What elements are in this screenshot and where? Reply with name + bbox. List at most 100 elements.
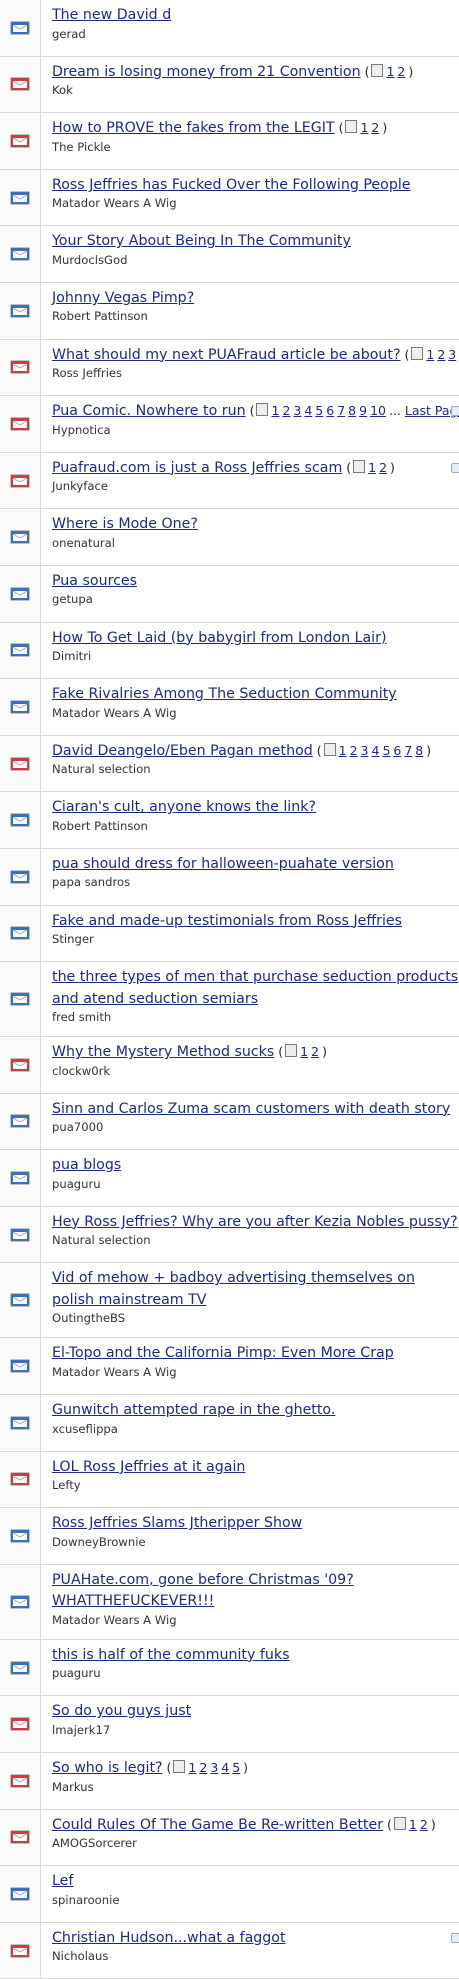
- page-link[interactable]: 3: [448, 347, 456, 362]
- topic-title-link[interactable]: pua should dress for halloween-puahate v…: [52, 856, 394, 872]
- topic-title-link[interactable]: The new David d: [52, 7, 171, 23]
- topic-title-link[interactable]: El-Topo and the California Pimp: Even Mo…: [52, 1345, 394, 1361]
- topic-icon-cell: [0, 226, 41, 282]
- topic-list: The new David dgerad Dream is losing mone…: [0, 0, 459, 1979]
- topic-title-link[interactable]: Sinn and Carlos Zuma scam customers with…: [52, 1101, 450, 1117]
- topic-title-link[interactable]: Dream is losing money from 21 Convention: [52, 64, 361, 80]
- page-link[interactable]: 6: [393, 743, 401, 758]
- topic-title-link[interactable]: this is half of the community fuks: [52, 1647, 289, 1663]
- topic-title-line: Christian Hudson...what a faggot: [52, 1927, 459, 1949]
- topic-title-link[interactable]: LOL Ross Jeffries at it again: [52, 1459, 245, 1475]
- page-link[interactable]: 9: [359, 403, 367, 418]
- multipage-icon: [371, 64, 383, 77]
- page-link[interactable]: 2: [437, 347, 445, 362]
- topic-title-link[interactable]: Hey Ross Jeffries? Why are you after Kez…: [52, 1214, 458, 1230]
- page-link[interactable]: 2: [350, 743, 358, 758]
- page-link[interactable]: 3: [210, 1760, 218, 1775]
- topic-title-link[interactable]: Pua Comic. Nowhere to run: [52, 403, 246, 419]
- page-link[interactable]: 1: [188, 1760, 196, 1775]
- topic-title-link[interactable]: Fake Rivalries Among The Seduction Commu…: [52, 686, 397, 702]
- topic-envelope-icon: [10, 1170, 30, 1186]
- page-link[interactable]: 5: [382, 743, 390, 758]
- page-link[interactable]: 5: [232, 1760, 240, 1775]
- topic-info: Ciaran's cult, anyone knows the link?Rob…: [41, 792, 459, 848]
- topic-row: Fake Rivalries Among The Seduction Commu…: [0, 679, 459, 736]
- topic-title-link[interactable]: Could Rules Of The Game Be Re-written Be…: [52, 1817, 383, 1833]
- topic-pagination: (123): [401, 347, 459, 362]
- page-link[interactable]: 3: [361, 743, 369, 758]
- page-link[interactable]: 2: [379, 460, 387, 475]
- page-link[interactable]: 1: [339, 743, 347, 758]
- topic-title-link[interactable]: Where is Mode One?: [52, 516, 198, 532]
- topic-title-link[interactable]: Lef: [52, 1873, 73, 1889]
- topic-icon-cell: [0, 566, 41, 622]
- topic-title-link[interactable]: So do you guys just: [52, 1703, 191, 1719]
- topic-title-link[interactable]: Ciaran's cult, anyone knows the link?: [52, 799, 316, 815]
- page-link[interactable]: 2: [420, 1817, 428, 1832]
- topic-envelope-icon: [10, 246, 30, 262]
- page-link[interactable]: 1: [300, 1044, 308, 1059]
- topic-info: Vid of mehow + badboy advertising themse…: [41, 1263, 459, 1337]
- topic-title-link[interactable]: Gunwitch attempted rape in the ghetto.: [52, 1402, 335, 1418]
- page-link[interactable]: 4: [304, 403, 312, 418]
- topic-envelope-icon: [10, 1227, 30, 1243]
- topic-envelope-icon: [10, 1528, 30, 1544]
- topic-row: The new David dgerad: [0, 0, 459, 57]
- page-link[interactable]: 2: [371, 120, 379, 135]
- topic-title-link[interactable]: Johnny Vegas Pimp?: [52, 290, 194, 306]
- topic-title-link[interactable]: Your Story About Being In The Community: [52, 233, 351, 249]
- multipage-icon: [353, 460, 365, 473]
- topic-title-link[interactable]: Ross Jeffries has Fucked Over the Follow…: [52, 177, 411, 193]
- page-link[interactable]: 7: [337, 403, 345, 418]
- topic-title-link[interactable]: Christian Hudson...what a faggot: [52, 1930, 286, 1946]
- page-link[interactable]: 6: [326, 403, 334, 418]
- topic-title-link[interactable]: the three types of men that purchase sed…: [52, 969, 458, 1007]
- topic-title-link[interactable]: David Deangelo/Eben Pagan method: [52, 743, 313, 759]
- topic-envelope-icon: [10, 190, 30, 206]
- page-link[interactable]: 1: [360, 120, 368, 135]
- page-link[interactable]: 2: [199, 1760, 207, 1775]
- topic-title-line: How To Get Laid (by babygirl from London…: [52, 627, 459, 649]
- topic-title-link[interactable]: So who is legit?: [52, 1760, 163, 1776]
- topic-row: How to PROVE the fakes from the LEGIT (1…: [0, 113, 459, 170]
- page-link[interactable]: 1: [426, 347, 434, 362]
- page-link[interactable]: 1: [409, 1817, 417, 1832]
- topic-title-link[interactable]: Ross Jeffries Slams Jtheripper Show: [52, 1515, 302, 1531]
- topic-author: Markus: [52, 1779, 459, 1795]
- page-link[interactable]: 4: [221, 1760, 229, 1775]
- page-link[interactable]: 8: [348, 403, 356, 418]
- page-link[interactable]: 10: [370, 403, 386, 418]
- topic-row: Gunwitch attempted rape in the ghetto.xc…: [0, 1395, 459, 1452]
- topic-info: David Deangelo/Eben Pagan method (123456…: [41, 736, 459, 792]
- page-link[interactable]: 2: [397, 64, 405, 79]
- page-link[interactable]: 2: [311, 1044, 319, 1059]
- topic-title-link[interactable]: pua blogs: [52, 1157, 121, 1173]
- topic-title-link[interactable]: How to PROVE the fakes from the LEGIT: [52, 120, 335, 136]
- topic-title-link[interactable]: Fake and made-up testimonials from Ross …: [52, 913, 402, 929]
- topic-title-link[interactable]: Puafraud.com is just a Ross Jeffries sca…: [52, 460, 342, 476]
- topic-title-line: What should my next PUAFraud article be …: [52, 344, 459, 366]
- page-link[interactable]: 4: [371, 743, 379, 758]
- page-link[interactable]: 7: [404, 743, 412, 758]
- page-link[interactable]: 3: [293, 403, 301, 418]
- page-link[interactable]: 8: [415, 743, 423, 758]
- topic-title-line: David Deangelo/Eben Pagan method (123456…: [52, 740, 459, 762]
- topic-title-line: Fake Rivalries Among The Seduction Commu…: [52, 683, 459, 705]
- topic-title-line: Ross Jeffries has Fucked Over the Follow…: [52, 174, 459, 196]
- topic-title-link[interactable]: Pua sources: [52, 573, 137, 589]
- topic-author: spinaroonie: [52, 1892, 459, 1908]
- topic-title-link[interactable]: Why the Mystery Method sucks: [52, 1044, 274, 1060]
- page-link[interactable]: 2: [282, 403, 290, 418]
- topic-info: How To Get Laid (by babygirl from London…: [41, 623, 459, 679]
- hot-topic-envelope-icon: [10, 1716, 30, 1732]
- topic-info: Could Rules Of The Game Be Re-written Be…: [41, 1810, 459, 1866]
- topic-title-link[interactable]: What should my next PUAFraud article be …: [52, 347, 401, 363]
- topic-title-link[interactable]: Vid of mehow + badboy advertising themse…: [52, 1270, 415, 1308]
- page-link[interactable]: 1: [368, 460, 376, 475]
- page-link[interactable]: 1: [271, 403, 279, 418]
- topic-title-link[interactable]: How To Get Laid (by babygirl from London…: [52, 630, 386, 646]
- page-link[interactable]: 5: [315, 403, 323, 418]
- hot-topic-envelope-icon: [10, 1471, 30, 1487]
- page-link[interactable]: 1: [386, 64, 394, 79]
- topic-title-link[interactable]: PUAHate.com, gone before Christmas '09? …: [52, 1572, 354, 1610]
